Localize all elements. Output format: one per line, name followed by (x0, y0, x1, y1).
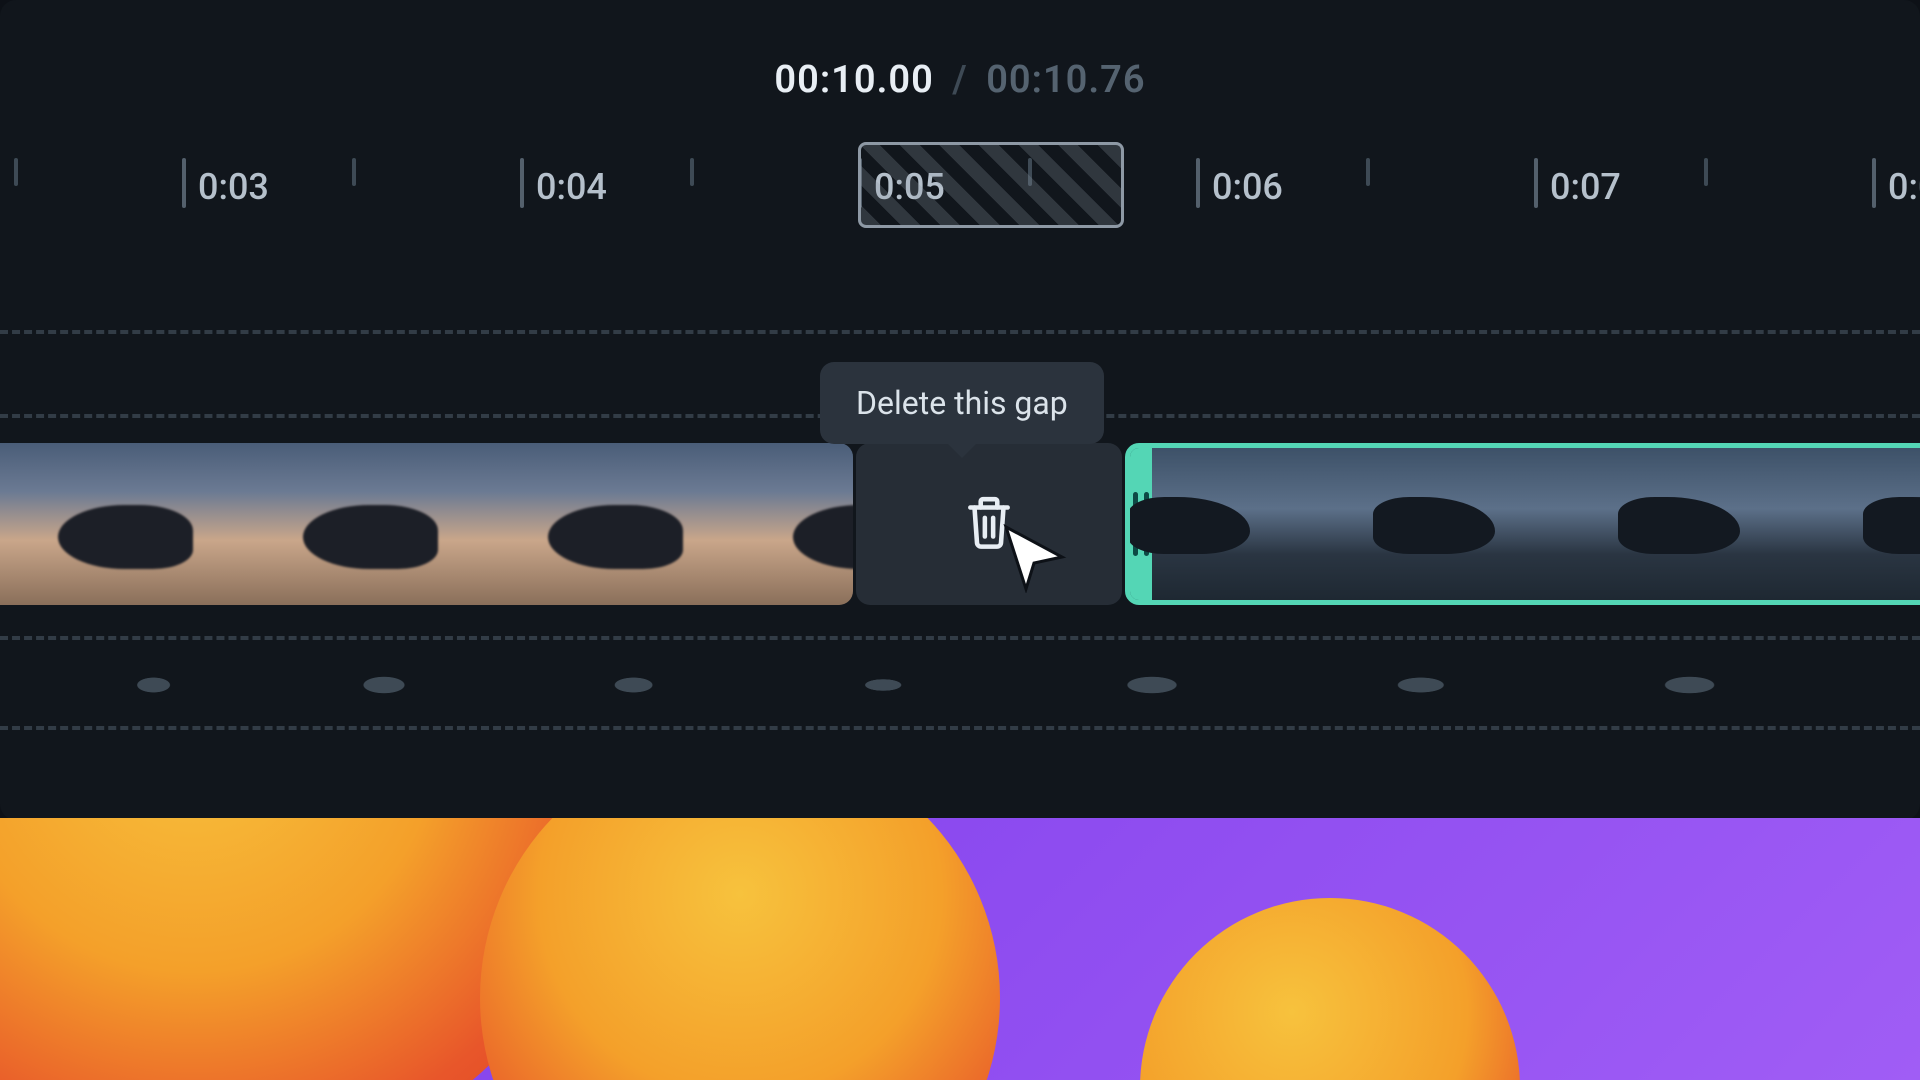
delete-gap-button[interactable] (856, 443, 1122, 605)
ruler-label: 0:06 (1212, 166, 1283, 208)
track-divider (0, 726, 1920, 730)
ruler-tick-major (1196, 158, 1200, 208)
ruler-tick-minor (1704, 158, 1708, 186)
clip-thumbnail (1642, 448, 1887, 600)
ruler-tick-minor (352, 158, 356, 186)
clip-thumbnail (1152, 448, 1397, 600)
audio-track[interactable] (0, 660, 1920, 710)
ruler-label: 0:03 (198, 166, 269, 208)
track-divider (0, 330, 1920, 334)
clip-thumbnail (695, 443, 853, 605)
timecode-total: 00:10.76 (986, 58, 1145, 102)
ruler-label: 0:04 (536, 166, 607, 208)
ruler-tick-major (182, 158, 186, 208)
video-clip-2-selected[interactable] (1125, 443, 1920, 605)
clip-thumbnail (205, 443, 450, 605)
timecode-current: 00:10.00 (774, 58, 933, 102)
ruler-gap-selection[interactable] (858, 142, 1124, 228)
ruler-tick-minor (1366, 158, 1370, 186)
ruler-tick-major (1872, 158, 1876, 208)
ruler-label: 0:07 (1550, 166, 1621, 208)
tooltip-text: Delete this gap (856, 384, 1068, 422)
clip-thumbnail (1397, 448, 1642, 600)
ruler-tick-major (1534, 158, 1538, 208)
delete-gap-tooltip: Delete this gap (820, 362, 1104, 444)
clip-thumbnail (0, 443, 205, 605)
timecode-separator: / (952, 58, 967, 102)
ruler-tick-major (520, 158, 524, 208)
clip-thumbnail (450, 443, 695, 605)
video-editor-timeline: 00:10.00 / 00:10.76 0:03 0:04 0:05 0:06 … (0, 0, 1920, 820)
audio-waveform (0, 665, 1920, 705)
trash-icon (964, 493, 1014, 555)
video-clip-1[interactable] (0, 443, 853, 605)
clip-thumbnail (1887, 448, 1920, 600)
ruler-tick-minor (690, 158, 694, 186)
timecode-display: 00:10.00 / 00:10.76 (774, 58, 1145, 102)
decorative-background (0, 818, 1920, 1080)
ruler-tick-minor (14, 158, 18, 186)
ruler-label: 0:08 (1888, 166, 1920, 208)
track-divider (0, 636, 1920, 640)
